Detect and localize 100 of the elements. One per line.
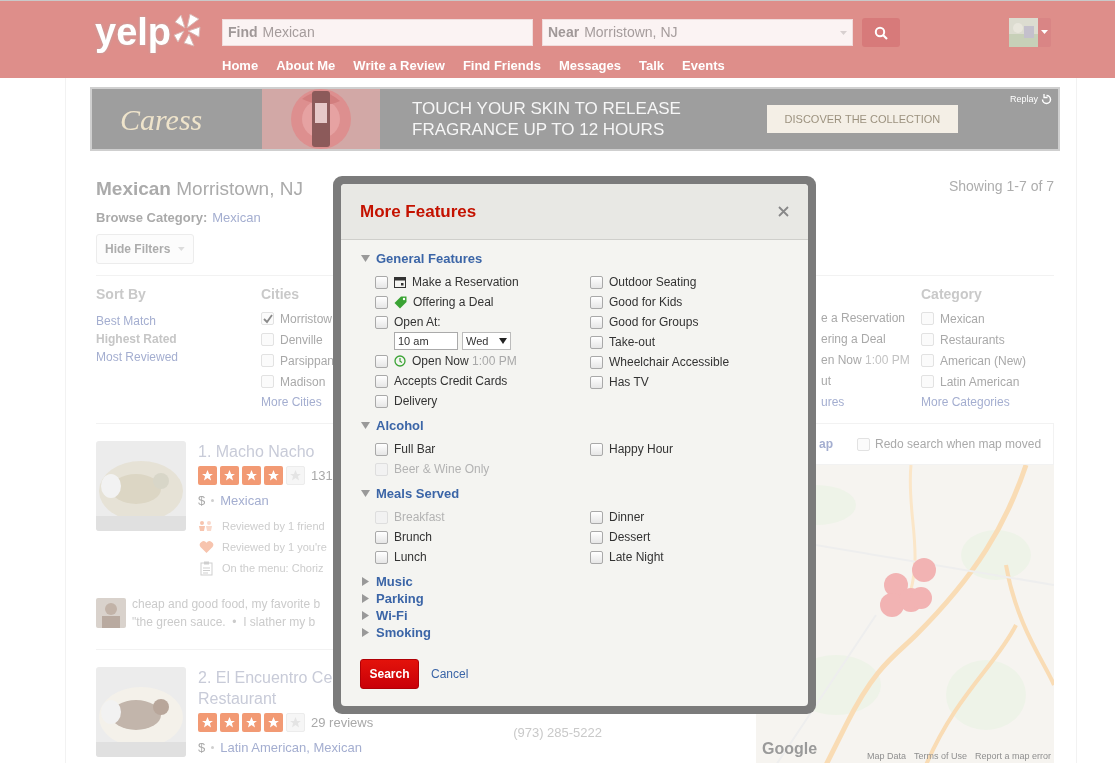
option-label: Late Night (609, 549, 664, 566)
option-label: Accepts Credit Cards (394, 373, 508, 390)
feature-option: ering a Deal (821, 329, 921, 350)
checkbox[interactable] (375, 530, 388, 544)
redo-search-label: Redo search when map moved (875, 436, 1042, 453)
section-heading[interactable]: Alcohol (376, 415, 424, 436)
category-option: Mexican (940, 309, 985, 328)
tag-icon (394, 295, 407, 309)
option-label: Open Now 1:00 PM (412, 353, 517, 370)
checkbox[interactable] (590, 355, 603, 369)
nav-link[interactable]: Write a Review (353, 56, 445, 76)
logo[interactable]: yelp (95, 13, 172, 51)
time-field[interactable]: 10 am (394, 332, 458, 350)
section-heading[interactable]: General Features (376, 248, 483, 269)
search-button[interactable] (862, 18, 900, 47)
city-option: Morristow (280, 309, 332, 328)
category-link[interactable]: Latin American, Mexican (220, 737, 362, 757)
nav-link[interactable]: Home (222, 56, 259, 76)
results-count: Showing 1-7 of 7 (948, 177, 1054, 196)
checkbox[interactable] (590, 375, 603, 389)
category-option: American (New) (940, 351, 1026, 370)
checkbox[interactable] (375, 354, 388, 368)
map-footer-link[interactable]: Terms of Use (913, 749, 967, 763)
option-label: Has TV (609, 374, 649, 391)
option-label: Good for Groups (609, 314, 699, 331)
checkbox[interactable] (590, 530, 603, 544)
checkbox[interactable] (590, 442, 603, 456)
checkbox[interactable] (375, 315, 388, 329)
collapse-arrow-icon[interactable] (360, 255, 370, 262)
collapse-arrow-icon[interactable] (360, 490, 370, 497)
browse-label: Browse Category: (96, 208, 208, 227)
search-icon (874, 25, 888, 40)
field-label: Near (548, 23, 580, 42)
nav-link[interactable]: About Me (276, 56, 336, 76)
option-label: Take-out (609, 334, 656, 351)
option-label: Wheelchair Accessible (609, 354, 730, 371)
city-option: Madison (280, 372, 326, 391)
nav-link[interactable]: Messages (558, 56, 622, 76)
price-range: $ (198, 491, 206, 510)
option-label: Make a Reservation (412, 274, 519, 291)
option-label: Full Bar (394, 441, 436, 458)
dialog-title: More Features (360, 200, 477, 223)
section-heading[interactable]: Meals Served (376, 483, 460, 504)
close-icon[interactable] (778, 206, 789, 217)
more-link[interactable]: More Categories (921, 392, 1026, 413)
checkbox[interactable] (590, 335, 603, 349)
replay-link[interactable]: Replay (1010, 93, 1038, 107)
ad-banner[interactable]: Caress TOUCH YOUR SKIN TO RELEASE FRAGRANCE UP TO 12 HOURS DISCOVER THE COLLECTION Replay (90, 87, 1060, 151)
hide-filters-button[interactable]: Hide Filters (96, 234, 194, 264)
nav-link[interactable]: Find Friends (462, 56, 541, 76)
category-link[interactable]: Mexican (212, 207, 261, 227)
option-label: Brunch (394, 529, 433, 546)
sort-option[interactable]: Highest Rated (96, 330, 261, 348)
burst-icon (172, 13, 203, 47)
checkbox[interactable] (375, 295, 388, 309)
feature-option: ut (821, 371, 921, 392)
find-field[interactable]: Find Mexican (222, 19, 533, 46)
more-link[interactable]: ures (821, 392, 921, 413)
search-button[interactable]: Search (360, 659, 419, 689)
checkbox[interactable] (590, 295, 603, 309)
option-label: Dinner (609, 509, 645, 526)
clipboard-icon (199, 561, 213, 576)
review-count: 29 reviews (311, 714, 374, 732)
sort-option[interactable]: Most Reviewed (96, 348, 261, 366)
checkbox[interactable] (375, 394, 388, 408)
price-range: $ (198, 738, 206, 757)
map-footer-link[interactable]: Map Data (866, 749, 906, 763)
option-label: Breakfast (394, 509, 445, 526)
option-label: Beer & Wine Only (394, 461, 490, 478)
category-option: Restaurants (940, 330, 1005, 349)
nav-link[interactable]: Talk (639, 56, 665, 76)
page-title: Mexican Morristown, NJ (96, 177, 303, 201)
checkbox[interactable] (375, 442, 388, 456)
ad-headline: FRAGRANCE UP TO 12 HOURS (412, 119, 666, 140)
sort-option[interactable]: Best Match (96, 312, 261, 330)
cancel-link[interactable]: Cancel (431, 665, 469, 683)
ad-cta-button[interactable]: DISCOVER THE COLLECTION (766, 105, 958, 133)
category-link[interactable]: Mexican (220, 490, 269, 510)
map-footer-link[interactable]: Report a map error (974, 749, 1051, 763)
ad-headline: TOUCH YOUR SKIN TO RELEASE (412, 98, 681, 119)
nav-link[interactable]: Events (682, 56, 725, 76)
checkbox[interactable] (375, 374, 388, 388)
checkbox[interactable] (590, 550, 603, 564)
map-toggle-link[interactable]: ap (819, 435, 833, 453)
city-option: Parsippan (280, 351, 335, 370)
checkbox[interactable] (590, 510, 603, 524)
option-label: Happy Hour (609, 441, 674, 458)
caret-icon (178, 247, 185, 251)
checkbox[interactable] (590, 275, 603, 289)
day-dropdown[interactable]: Wed (462, 332, 511, 350)
checkbox[interactable] (375, 550, 388, 564)
near-field[interactable]: Near Morristown, NJ (542, 19, 853, 46)
collapse-arrow-icon[interactable] (360, 422, 370, 429)
option-label: Outdoor Seating (609, 274, 697, 291)
feature-option: en Now 1:00 PM (821, 350, 921, 371)
checkbox[interactable] (590, 315, 603, 329)
map-logo: Google (762, 739, 818, 759)
checkbox[interactable] (375, 275, 388, 289)
more-link[interactable]: More Cities (261, 392, 335, 413)
field-value: Morristown, NJ (584, 23, 679, 42)
